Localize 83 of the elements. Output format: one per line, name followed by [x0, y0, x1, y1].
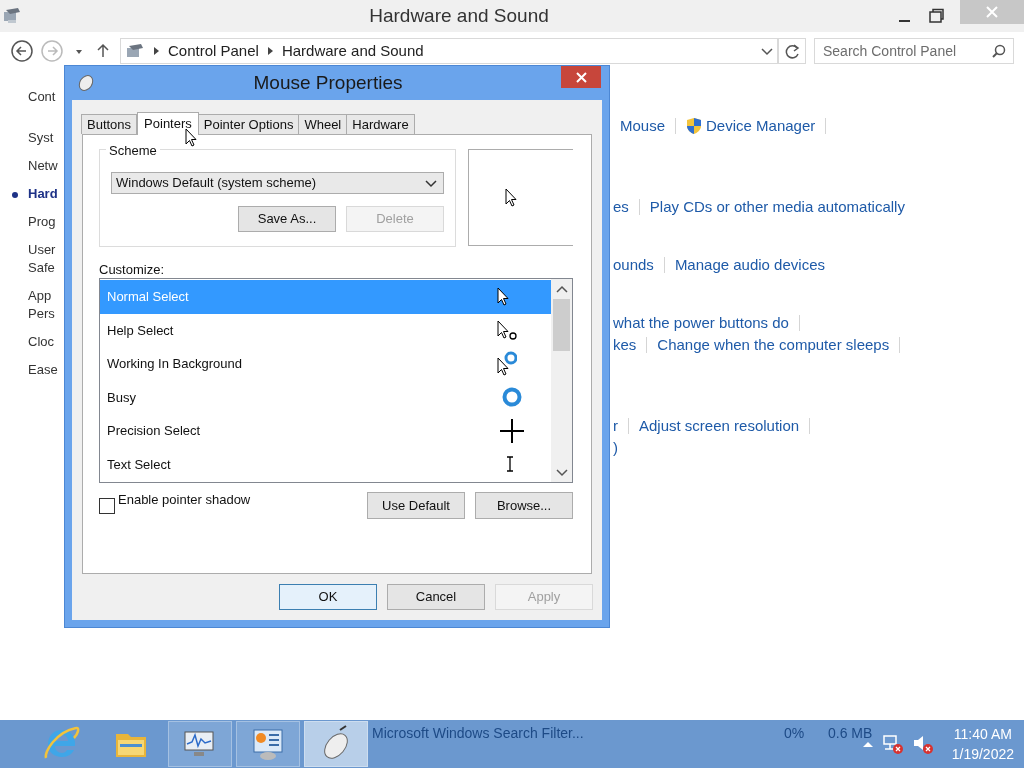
sidebar-link[interactable]: Syst — [28, 127, 54, 148]
breadcrumb-arrow-icon[interactable] — [266, 46, 274, 56]
link[interactable]: Device Manager — [706, 114, 816, 138]
taskbar-button[interactable] — [168, 721, 232, 767]
sidebar-link[interactable]: Cont — [28, 86, 56, 107]
taskbar-button[interactable] — [236, 721, 300, 767]
customize-label: Customize: — [99, 261, 166, 276]
button[interactable]: Cancel — [387, 584, 485, 610]
list-item[interactable]: Help Select — [100, 313, 551, 347]
back-button[interactable] — [10, 39, 34, 63]
list-item[interactable]: Busy — [100, 380, 551, 414]
breadcrumb-item[interactable]: Control Panel — [168, 39, 259, 63]
speaker-muted-icon[interactable] — [911, 733, 934, 755]
cpu-value: 0% — [784, 724, 806, 743]
scroll-up-icon[interactable] — [555, 284, 568, 294]
refresh-button[interactable] — [778, 38, 806, 64]
dialog-title: Mouse Properties — [252, 70, 404, 95]
address-bar[interactable]: Control Panel Hardware and Sound — [120, 38, 778, 64]
sidebar-link[interactable]: User — [28, 239, 56, 260]
checkbox[interactable] — [99, 497, 115, 514]
sidebar-link[interactable]: Pers — [28, 303, 55, 324]
chevron-down-icon[interactable] — [425, 178, 437, 188]
link[interactable]: es — [613, 195, 629, 219]
scrollbar[interactable] — [551, 279, 572, 482]
breadcrumb-item[interactable]: Hardware and Sound — [281, 39, 424, 63]
control-panel-icon — [2, 6, 22, 26]
breadcrumb-arrow-icon[interactable] — [153, 46, 160, 56]
link[interactable]: what the power buttons do — [613, 311, 789, 335]
memory-value: 0.6 MB — [828, 724, 873, 743]
scrollbar-thumb[interactable] — [553, 299, 570, 351]
link[interactable]: r — [613, 414, 618, 438]
list-item[interactable]: Precision Select — [100, 414, 551, 448]
button[interactable]: OK — [279, 584, 377, 610]
button[interactable]: Use Default — [367, 492, 465, 519]
close-button[interactable] — [561, 66, 601, 88]
link[interactable]: Manage audio devices — [674, 253, 825, 277]
crosshair-icon — [500, 418, 524, 443]
up-button[interactable] — [96, 43, 110, 59]
link[interactable]: ounds — [613, 253, 654, 277]
sidebar-link[interactable]: App — [28, 285, 52, 306]
link[interactable]: Play CDs or other media automatically — [649, 195, 905, 219]
sidebar-link[interactable]: Cloc — [28, 331, 54, 352]
sidebar-link[interactable]: Hard — [28, 183, 58, 204]
control-panel-icon — [125, 42, 145, 60]
text-cursor-icon — [506, 456, 514, 473]
help-cursor-icon — [497, 320, 517, 341]
busy-arrow-cursor-icon — [497, 350, 517, 377]
network-error-icon[interactable] — [881, 733, 904, 755]
close-icon[interactable] — [575, 71, 587, 83]
list-item[interactable]: Working In Background — [100, 347, 551, 381]
show-hidden-icons-icon[interactable] — [861, 739, 874, 749]
tab[interactable]: Pointers — [137, 112, 199, 135]
refresh-icon[interactable] — [783, 43, 801, 59]
tab[interactable]: Buttons — [81, 114, 138, 134]
sidebar-link[interactable]: Netw — [28, 155, 58, 176]
maximize-button[interactable] — [928, 8, 944, 24]
process-name: Microsoft Windows Search Filter... — [372, 724, 585, 743]
list-item[interactable]: Text Select — [100, 447, 551, 481]
checkbox-label[interactable]: Enable pointer shadow — [118, 490, 367, 510]
arrow-cursor-icon — [505, 188, 517, 207]
search-field[interactable]: Search Control Panel — [814, 38, 1014, 64]
tab[interactable]: Hardware — [346, 114, 415, 134]
link[interactable]: Adjust screen resolution — [639, 414, 800, 438]
busy-ring-icon — [502, 387, 522, 408]
tab[interactable]: Wheel — [298, 114, 348, 134]
link[interactable]: Mouse — [620, 114, 666, 138]
scheme-dropdown[interactable]: Windows Default (system scheme) — [111, 172, 444, 194]
button[interactable]: Save As... — [238, 206, 336, 232]
link[interactable]: Change when the computer sleeps — [657, 333, 890, 357]
sidebar-link[interactable]: Prog — [28, 211, 56, 232]
search-icon[interactable] — [992, 44, 1006, 58]
scroll-down-icon[interactable] — [555, 467, 568, 477]
tab[interactable]: Pointer Options — [197, 114, 300, 134]
chevron-down-icon[interactable] — [761, 46, 773, 56]
window-title: Hardware and Sound — [368, 3, 550, 28]
dropdown-value: Windows Default (system scheme) — [116, 174, 318, 193]
taskbar-button[interactable] — [304, 721, 368, 767]
link[interactable]: kes — [613, 333, 637, 357]
sidebar-link[interactable]: Ease — [28, 359, 58, 380]
arrow-cursor-icon — [497, 287, 509, 307]
link[interactable]: ) — [613, 436, 618, 460]
button[interactable]: Browse... — [475, 492, 573, 519]
sidebar-link[interactable]: Safe — [28, 257, 55, 278]
